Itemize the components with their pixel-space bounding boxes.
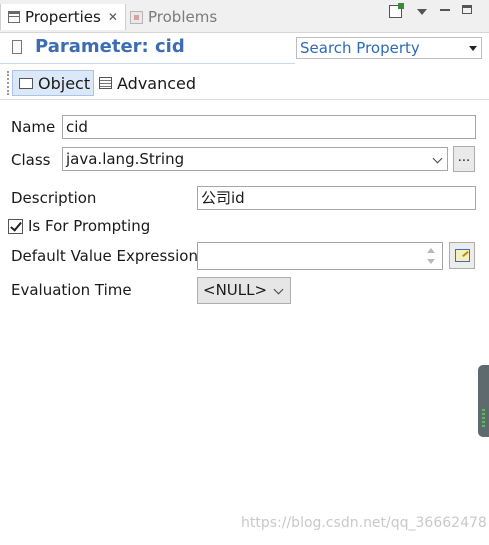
expression-builder-button[interactable] [449,242,475,269]
browse-class-button[interactable]: ... [453,146,475,172]
tab-problems-label: Problems [148,8,218,26]
search-property-combo[interactable]: Search Property [296,37,482,59]
properties-icon [8,11,20,23]
default-expression-label: Default Value Expression [11,247,198,265]
evaluation-time-combo[interactable]: <NULL> [197,277,291,304]
class-value: java.lang.String [66,150,185,168]
expression-spinner[interactable] [420,243,441,269]
page-title: Parameter: cid [35,36,185,57]
subtab-advanced[interactable]: Advanced [97,70,196,96]
name-label: Name [11,118,56,136]
advanced-icon [99,77,112,89]
evaluation-time-label: Evaluation Time [11,281,132,299]
description-label: Description [11,189,97,207]
dropdown-arrow-icon [469,46,477,51]
spin-down-icon[interactable] [427,259,435,264]
maximize-icon[interactable] [462,5,472,14]
watermark: https://blog.csdn.net/qq_36662478 [241,515,487,531]
spin-up-icon[interactable] [427,248,435,253]
default-expression-field[interactable] [197,242,443,270]
problems-icon [130,10,143,24]
view-menu-icon[interactable] [417,6,427,15]
tab-properties[interactable]: Properties ✕ [0,4,126,30]
evaluation-time-value: <NULL> [203,281,268,299]
tab-problems[interactable]: Problems [128,4,217,30]
description-field[interactable]: 公司id [197,186,476,210]
pin-icon[interactable] [389,3,404,18]
subtab-object[interactable]: Object [12,70,94,96]
chevron-down-icon [432,153,443,164]
close-icon[interactable]: ✕ [108,10,118,24]
toolbar-grip [7,71,11,95]
object-icon [19,77,33,89]
minimize-icon[interactable] [440,9,450,11]
class-combo[interactable]: java.lang.String [62,147,448,171]
subtab-advanced-label: Advanced [117,73,197,93]
name-field[interactable]: cid [62,115,476,139]
side-panel-handle[interactable] [478,365,489,437]
title-divider [0,63,295,64]
subtab-object-label: Object [38,73,91,93]
prompting-label: Is For Prompting [28,217,151,235]
parameter-icon [12,40,22,54]
class-label: Class [11,151,51,169]
chevron-down-icon [273,284,284,295]
prompting-checkbox[interactable] [8,219,23,234]
tab-properties-label: Properties [25,8,101,26]
search-property-label: Search Property [300,39,420,57]
